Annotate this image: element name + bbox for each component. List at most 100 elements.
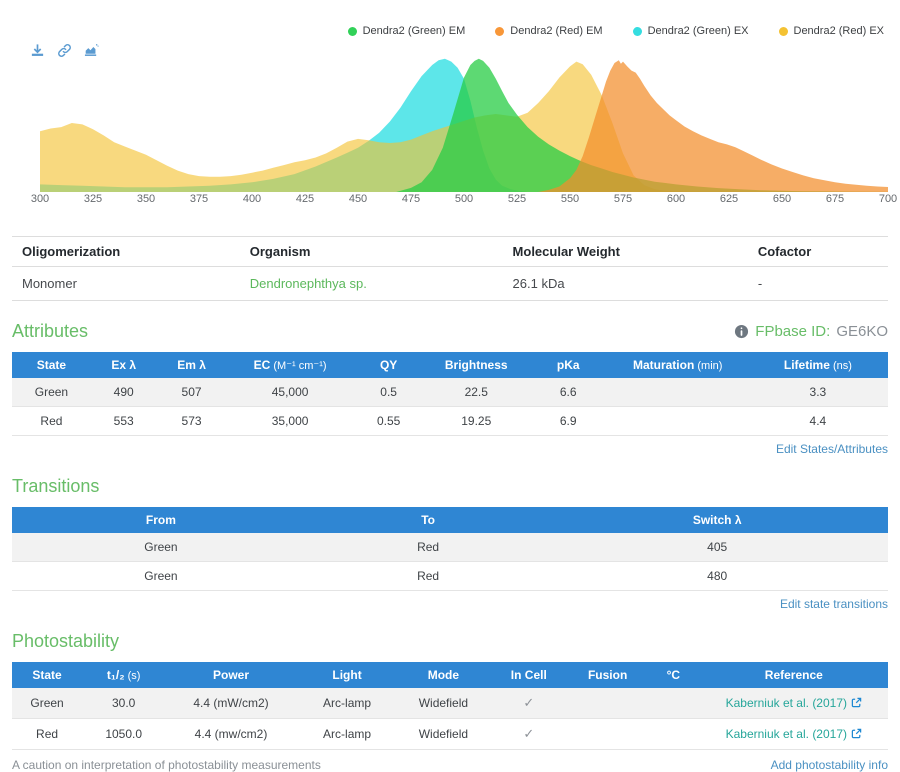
edit-transitions-link[interactable]: Edit state transitions bbox=[780, 597, 888, 611]
table-cell bbox=[647, 688, 700, 719]
x-tick-label: 650 bbox=[773, 193, 791, 205]
table-cell: 490 bbox=[91, 378, 157, 407]
attributes-section-title: Attributes bbox=[12, 321, 88, 342]
table-cell bbox=[608, 378, 748, 407]
x-tick-label: 300 bbox=[31, 193, 49, 205]
copy-link-button[interactable] bbox=[57, 42, 73, 58]
cofactor-header: Cofactor bbox=[748, 237, 888, 267]
transitions-section-title: Transitions bbox=[12, 476, 99, 497]
legend-item[interactable]: Dendra2 (Red) EM bbox=[495, 25, 602, 37]
table-cell: ✓ bbox=[489, 688, 568, 719]
chart-toolbar bbox=[30, 42, 100, 58]
column-header: Reference bbox=[700, 662, 888, 688]
x-tick-label: 625 bbox=[720, 193, 738, 205]
new-chart-button[interactable] bbox=[84, 42, 100, 58]
download-icon bbox=[30, 43, 46, 58]
column-header: State bbox=[12, 662, 82, 688]
table-cell: Widefield bbox=[397, 719, 489, 750]
table-row: Monomer Dendronephthya sp. 26.1 kDa - bbox=[12, 267, 888, 301]
table-cell bbox=[608, 407, 748, 436]
table-cell bbox=[568, 688, 647, 719]
x-tick-label: 575 bbox=[614, 193, 632, 205]
download-chart-button[interactable] bbox=[30, 42, 46, 58]
legend-dot bbox=[633, 27, 642, 36]
table-cell: Widefield bbox=[397, 688, 489, 719]
x-tick-label: 475 bbox=[402, 193, 420, 205]
column-header: State bbox=[12, 352, 91, 378]
table-cell: 3.3 bbox=[748, 378, 888, 407]
chart-legend: Dendra2 (Green) EM Dendra2 (Red) EM Dendra… bbox=[348, 25, 884, 37]
molecular-weight-value: 26.1 kDa bbox=[503, 267, 748, 301]
table-cell: 4.4 (mw/cm2) bbox=[165, 719, 296, 750]
x-tick-label: 375 bbox=[190, 193, 208, 205]
oligomerization-header: Oligomerization bbox=[12, 237, 240, 267]
column-header: Mode bbox=[397, 662, 489, 688]
table-cell: 19.25 bbox=[424, 407, 529, 436]
organism-link[interactable]: Dendronephthya sp. bbox=[250, 276, 367, 291]
column-header: Ex λ bbox=[91, 352, 157, 378]
table-cell: Green bbox=[12, 562, 310, 591]
column-header: pKa bbox=[529, 352, 608, 378]
spectra-plot-area[interactable] bbox=[40, 53, 888, 193]
external-link-icon bbox=[851, 697, 862, 708]
molecular-weight-header: Molecular Weight bbox=[503, 237, 748, 267]
table-cell: 22.5 bbox=[424, 378, 529, 407]
photostability-section-title: Photostability bbox=[12, 631, 119, 652]
spectra-chart: Dendra2 (Green) EM Dendra2 (Red) EM Dendra… bbox=[12, 0, 888, 212]
column-header: Power bbox=[165, 662, 296, 688]
table-cell: 553 bbox=[91, 407, 157, 436]
reference-link[interactable]: Kaberniuk et al. (2017) bbox=[726, 696, 847, 710]
table-cell: 1050.0 bbox=[82, 719, 165, 750]
x-axis-tick-labels: 3003253503754004254504755005255505756006… bbox=[40, 193, 888, 207]
column-header: t₁/₂ (s) bbox=[82, 662, 165, 688]
table-row: Red55357335,0000.5519.256.94.4 bbox=[12, 407, 888, 436]
info-icon[interactable] bbox=[734, 324, 749, 339]
column-header: Brightness bbox=[424, 352, 529, 378]
column-header: QY bbox=[354, 352, 424, 378]
x-tick-label: 675 bbox=[826, 193, 844, 205]
table-cell: ✓ bbox=[489, 719, 568, 750]
legend-item[interactable]: Dendra2 (Green) EX bbox=[633, 25, 749, 37]
table-cell: 507 bbox=[157, 378, 227, 407]
chart-add-icon bbox=[84, 43, 100, 58]
reference-link[interactable]: Kaberniuk et al. (2017) bbox=[726, 727, 847, 741]
x-tick-label: 600 bbox=[667, 193, 685, 205]
table-row: Green49050745,0000.522.56.63.3 bbox=[12, 378, 888, 407]
column-header: EC (M⁻¹ cm⁻¹) bbox=[227, 352, 354, 378]
table-cell: Green bbox=[12, 378, 91, 407]
table-cell bbox=[568, 719, 647, 750]
transitions-table: FromToSwitch λ GreenRed405GreenRed480 bbox=[12, 507, 888, 591]
x-tick-label: 425 bbox=[296, 193, 314, 205]
table-row: GreenRed405 bbox=[12, 533, 888, 562]
link-icon bbox=[57, 43, 73, 58]
column-header: Fusion bbox=[568, 662, 647, 688]
edit-states-link[interactable]: Edit States/Attributes bbox=[776, 442, 888, 456]
table-cell: Green bbox=[12, 533, 310, 562]
table-cell: Green bbox=[12, 688, 82, 719]
legend-label: Dendra2 (Green) EX bbox=[648, 25, 749, 37]
legend-item[interactable]: Dendra2 (Green) EM bbox=[348, 25, 466, 37]
table-cell: 35,000 bbox=[227, 407, 354, 436]
legend-label: Dendra2 (Green) EM bbox=[363, 25, 466, 37]
table-cell: 6.9 bbox=[529, 407, 608, 436]
protein-page: Dendra2 (Green) EM Dendra2 (Red) EM Dendra… bbox=[0, 0, 900, 772]
photostability-table: Statet₁/₂ (s)PowerLightModeIn CellFusion… bbox=[12, 662, 888, 750]
table-cell: Red bbox=[310, 562, 547, 591]
table-cell: Red bbox=[12, 719, 82, 750]
legend-item[interactable]: Dendra2 (Red) EX bbox=[779, 25, 885, 37]
table-cell: 480 bbox=[546, 562, 888, 591]
table-cell: 0.55 bbox=[354, 407, 424, 436]
x-tick-label: 450 bbox=[349, 193, 367, 205]
table-cell: 4.4 bbox=[748, 407, 888, 436]
photostability-caution-link[interactable]: A caution on interpretation of photostab… bbox=[12, 758, 321, 772]
table-cell: 0.5 bbox=[354, 378, 424, 407]
column-header: Em λ bbox=[157, 352, 227, 378]
fpbase-id-value: GE6KO bbox=[836, 323, 888, 340]
attributes-table: StateEx λEm λEC (M⁻¹ cm⁻¹)QYBrightnesspK… bbox=[12, 352, 888, 436]
protein-info-table: Oligomerization Organism Molecular Weigh… bbox=[12, 236, 888, 301]
add-photostability-link[interactable]: Add photostability info bbox=[771, 758, 888, 772]
x-tick-label: 350 bbox=[137, 193, 155, 205]
column-header: Light bbox=[297, 662, 398, 688]
legend-dot bbox=[495, 27, 504, 36]
column-header: Lifetime (ns) bbox=[748, 352, 888, 378]
